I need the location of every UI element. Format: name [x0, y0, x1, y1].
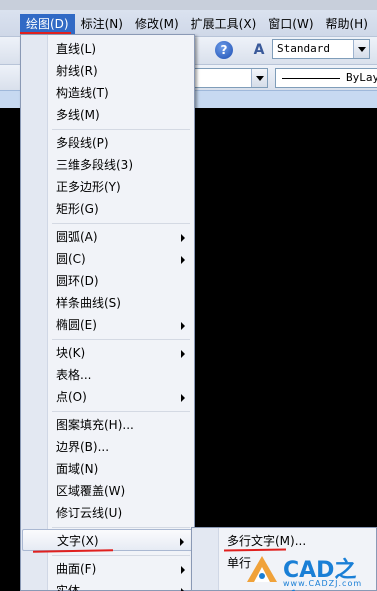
menu-item-arc-label: 圆弧(A) — [56, 230, 98, 244]
menu-item-wipeout[interactable]: 区域覆盖(W) — [22, 480, 193, 502]
text-style-value: Standard — [277, 42, 330, 55]
menu-item-solid[interactable]: 实体 — [22, 580, 193, 591]
watermark: CAD之家 www.CADZJ.com — [245, 550, 377, 591]
menu-item-line[interactable]: 直线(L) — [22, 38, 193, 60]
menu-separator — [52, 339, 190, 340]
menu-item-circle-label: 圆(C) — [56, 252, 86, 266]
title-strip — [0, 0, 377, 10]
menu-item-rectangle[interactable]: 矩形(G) — [22, 198, 193, 220]
menu-item-surface-label: 曲面(F) — [56, 562, 97, 576]
chevron-down-icon[interactable] — [353, 40, 369, 58]
draw-menu: 直线(L) 射线(R) 构造线(T) 多线(M) 多段线(P) 三维多段线(3)… — [20, 34, 195, 591]
submenu-arrow-icon — [181, 234, 185, 242]
menu-item-block[interactable]: 块(K) — [22, 342, 193, 364]
menu-item-block-label: 块(K) — [56, 346, 86, 360]
linetype-select[interactable]: ByLay — [275, 68, 377, 88]
menu-item-revision-cloud[interactable]: 修订云线(U) — [22, 502, 193, 524]
menu-item-solid-label: 实体 — [56, 584, 81, 591]
linetype-preview — [282, 78, 340, 79]
menu-item-surface[interactable]: 曲面(F) — [22, 558, 193, 580]
cad-logo-icon — [247, 556, 277, 582]
menu-separator — [52, 223, 190, 224]
menu-modify[interactable]: 修改(M) — [129, 14, 185, 34]
menu-help[interactable]: 帮助(H) — [320, 14, 374, 34]
help-icon[interactable]: ? — [215, 41, 233, 59]
submenu-arrow-icon — [181, 322, 185, 330]
text-style-icon[interactable]: A — [250, 41, 268, 59]
submenu-arrow-icon — [181, 256, 185, 264]
menu-item-ray[interactable]: 射线(R) — [22, 60, 193, 82]
menu-item-spline[interactable]: 样条曲线(S) — [22, 292, 193, 314]
menu-item-polyline[interactable]: 多段线(P) — [22, 132, 193, 154]
chevron-down-icon[interactable] — [251, 69, 267, 87]
menu-bar: 绘图(D) 标注(N) 修改(M) 扩展工具(X) 窗口(W) 帮助(H) — [0, 0, 377, 36]
menu-item-point[interactable]: 点(O) — [22, 386, 193, 408]
menu-separator — [52, 527, 190, 528]
menu-item-hatch[interactable]: 图案填充(H)... — [22, 414, 193, 436]
menu-bar-items: 绘图(D) 标注(N) 修改(M) 扩展工具(X) 窗口(W) 帮助(H) — [0, 14, 374, 34]
menu-separator — [52, 129, 190, 130]
menu-item-polygon[interactable]: 正多边形(Y) — [22, 176, 193, 198]
menu-item-boundary[interactable]: 边界(B)... — [22, 436, 193, 458]
annotation-underline-draw — [20, 32, 71, 34]
menu-item-donut[interactable]: 圆环(D) — [22, 270, 193, 292]
menu-item-ellipse-label: 椭圆(E) — [56, 318, 97, 332]
menu-window[interactable]: 窗口(W) — [262, 14, 319, 34]
menu-item-table[interactable]: 表格... — [22, 364, 193, 386]
menu-item-text-label: 文字(X) — [57, 534, 99, 548]
submenu-arrow-icon — [181, 566, 185, 574]
menu-dimension[interactable]: 标注(N) — [75, 14, 129, 34]
layer-select[interactable] — [190, 68, 268, 88]
menu-express-tools[interactable]: 扩展工具(X) — [185, 14, 263, 34]
text-style-select[interactable]: Standard — [272, 39, 370, 59]
menu-item-point-label: 点(O) — [56, 390, 87, 404]
menu-item-circle[interactable]: 圆(C) — [22, 248, 193, 270]
watermark-url: www.CADZJ.com — [283, 579, 363, 588]
menu-item-region[interactable]: 面域(N) — [22, 458, 193, 480]
menu-item-text[interactable]: 文字(X) — [22, 529, 193, 551]
menu-item-multiline[interactable]: 多线(M) — [22, 104, 193, 126]
submenu-arrow-icon — [181, 350, 185, 358]
menu-item-3d-polyline[interactable]: 三维多段线(3) — [22, 154, 193, 176]
menu-draw[interactable]: 绘图(D) — [20, 14, 75, 34]
menu-separator — [52, 411, 190, 412]
menu-item-arc[interactable]: 圆弧(A) — [22, 226, 193, 248]
menu-item-ellipse[interactable]: 椭圆(E) — [22, 314, 193, 336]
submenu-arrow-icon — [181, 394, 185, 402]
menu-separator — [52, 555, 190, 556]
menu-item-construction-line[interactable]: 构造线(T) — [22, 82, 193, 104]
submenu-arrow-icon — [180, 538, 184, 546]
linetype-value: ByLay — [346, 71, 377, 84]
